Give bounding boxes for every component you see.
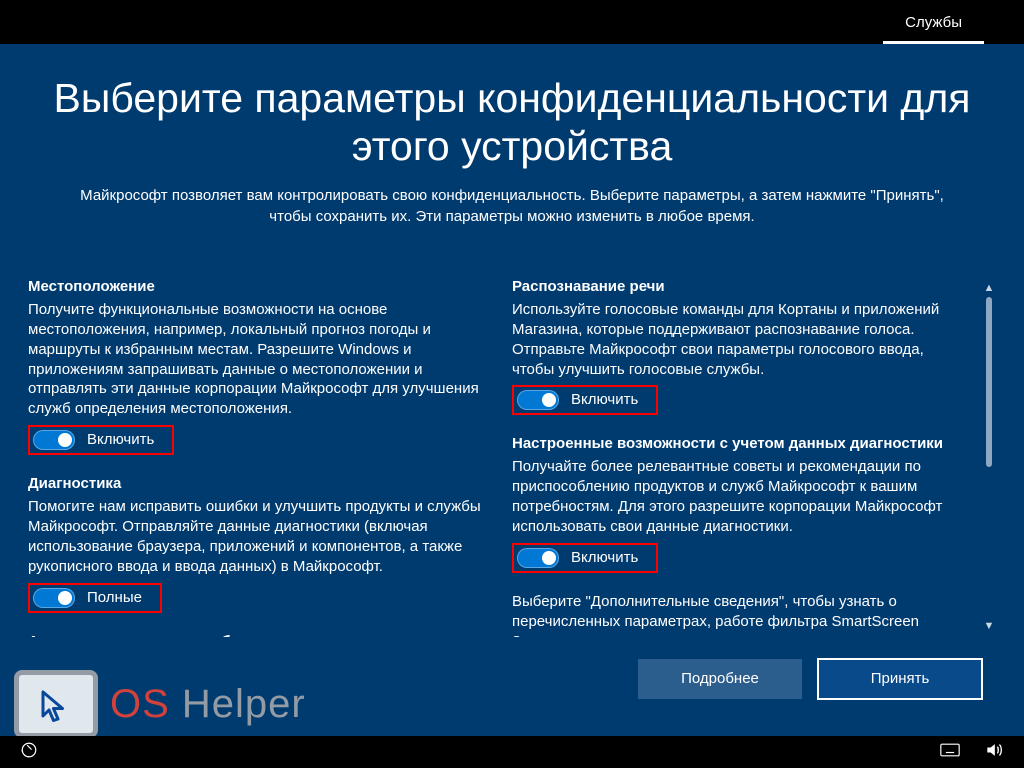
toggle-label: Включить [571,390,638,410]
top-bar: Службы [0,0,1024,44]
toggle-location[interactable]: Включить [28,425,174,455]
scroll-down-icon[interactable]: ▼ [982,619,996,633]
switch-icon [517,548,559,568]
toggle-speech[interactable]: Включить [512,385,658,415]
switch-icon [517,390,559,410]
cursor-icon [37,689,73,725]
section-body-diagnostics: Помогите нам исправить ошибки и улучшить… [28,497,486,577]
watermark-os: OS [110,682,170,726]
learn-more-button[interactable]: Подробнее [638,659,802,699]
scrollbar[interactable]: ▲ ▼ [982,281,996,633]
settings-scroll-area: Местоположение Получите функциональные в… [28,277,996,637]
section-title-diagnostics: Диагностика [28,474,486,494]
page-subtitle: Майкрософт позволяет вам контролировать … [68,185,956,227]
section-title-location: Местоположение [28,277,486,297]
section-title-speech: Распознавание речи [512,277,970,297]
page-title: Выберите параметры конфиденциальности дл… [28,74,996,171]
toggle-tailored[interactable]: Включить [512,543,658,573]
fade-overlay [28,625,970,637]
left-column: Местоположение Получите функциональные в… [28,277,486,637]
volume-icon[interactable] [984,740,1004,765]
tab-services[interactable]: Службы [883,6,984,44]
section-tailored: Настроенные возможности с учетом данных … [512,434,970,574]
toggle-label: Включить [87,430,154,450]
section-body-speech: Используйте голосовые команды для Кортан… [512,300,970,380]
switch-icon [33,588,75,608]
toggle-label: Включить [571,548,638,568]
keyboard-icon[interactable] [940,740,960,765]
monitor-icon [14,670,98,738]
toggle-diagnostics[interactable]: Полные [28,583,162,613]
scroll-thumb[interactable] [986,297,992,467]
toggle-label: Полные [87,588,142,608]
switch-icon [33,430,75,450]
right-column: Распознавание речи Используйте голосовые… [512,277,970,637]
taskbar [0,736,1024,768]
watermark-helper: Helper [170,682,306,726]
section-body-location: Получите функциональные возможности на о… [28,300,486,420]
accept-button[interactable]: Принять [818,659,982,699]
section-title-tailored: Настроенные возможности с учетом данных … [512,434,970,454]
section-diagnostics: Диагностика Помогите нам исправить ошибк… [28,474,486,614]
section-location: Местоположение Получите функциональные в… [28,277,486,457]
section-speech: Распознавание речи Используйте голосовые… [512,277,970,417]
oobe-panel: Выберите параметры конфиденциальности дл… [0,44,1024,740]
section-body-tailored: Получайте более релевантные советы и рек… [512,457,970,537]
scroll-up-icon[interactable]: ▲ [982,281,996,295]
watermark-logo: OS Helper [14,670,306,738]
ease-of-access-icon[interactable] [20,741,38,764]
